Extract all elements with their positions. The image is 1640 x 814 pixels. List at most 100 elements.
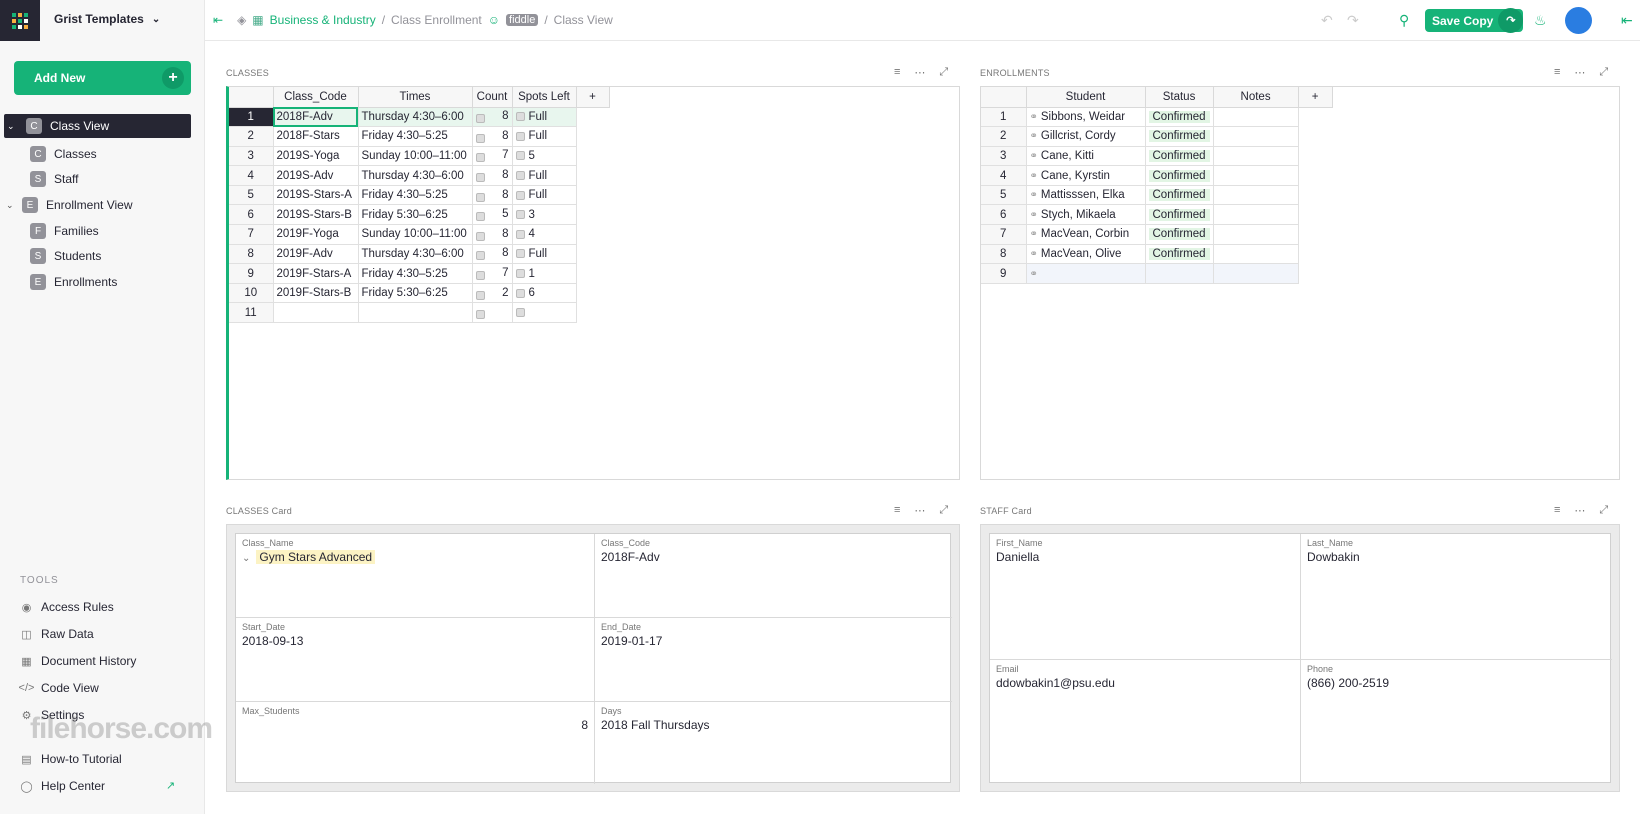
row-number[interactable]: 1 [229,107,274,128]
cell-class-code[interactable] [273,302,359,324]
card-field-email[interactable]: Email ddowbakin1@psu.edu [990,660,1301,784]
card-field-end-date[interactable]: End_Date 2019-01-17 [595,618,952,702]
cell-student[interactable]: ⚭ Cane, Kitti [1026,146,1146,167]
add-new-button[interactable]: Add New + [14,61,191,95]
cell-student[interactable]: ⚭ MacVean, Olive [1026,244,1146,265]
cell-spots-left[interactable] [512,302,577,324]
expand-icon[interactable]: ⤢ [1599,504,1608,517]
cell-times[interactable]: Friday 5:30–6:25 [358,283,473,304]
cell-count[interactable]: 8 [472,107,513,128]
expand-icon[interactable]: ⤢ [939,504,948,517]
cell-count[interactable]: 7 [472,263,513,284]
row-number[interactable]: 11 [229,302,274,324]
breadcrumb-doc[interactable]: Class Enrollment [391,13,482,27]
tool-raw-data[interactable]: ◫ Raw Data [20,627,93,641]
cell-student[interactable]: ⚭ Stych, Mikaela [1026,204,1146,226]
cell-status[interactable]: Confirmed [1145,224,1214,245]
breadcrumb-workspace[interactable]: Business & Industry [270,13,376,27]
table-row[interactable]: 4 2019S-Adv Thursday 4:30–6:00 8 Full [229,165,609,186]
cell-notes[interactable] [1213,126,1299,147]
page-item-staff[interactable]: S Staff [0,167,205,191]
cell-notes[interactable] [1213,185,1299,206]
more-icon[interactable]: ⋯ [914,504,925,517]
org-switcher[interactable]: Grist Templates ⌄ [54,12,160,26]
row-number[interactable]: 3 [981,146,1027,167]
card-field-class-name[interactable]: Class_Name ⌄ Gym Stars Advanced [236,534,595,618]
cell-class-code[interactable]: 2018F-Adv [273,107,359,128]
cell-class-code[interactable]: 2019S-Stars-A [273,185,359,206]
row-number[interactable]: 5 [981,185,1027,206]
col-header-times[interactable]: Times [358,87,473,108]
cell-times[interactable]: Sunday 10:00–11:00 [358,224,473,245]
cell-notes[interactable] [1213,244,1299,265]
row-number[interactable]: 2 [981,126,1027,147]
cell-spots-left[interactable]: 1 [512,263,577,284]
tool-how-to-tutorial[interactable]: ▤ How-to Tutorial [20,752,121,766]
table-row[interactable]: 9 2019F-Stars-A Friday 4:30–5:25 7 1 [229,263,609,284]
expand-icon[interactable]: ⤢ [939,66,948,79]
cell-status[interactable]: Confirmed [1145,204,1214,226]
cell-class-code[interactable]: 2018F-Stars [273,126,359,147]
row-number[interactable]: 1 [981,107,1027,128]
row-number[interactable]: 7 [981,224,1027,245]
row-number[interactable]: 9 [981,263,1027,284]
row-number[interactable]: 9 [229,263,274,284]
more-icon[interactable]: ⋯ [1574,504,1585,517]
col-header-class-code[interactable]: Class_Code [273,87,359,108]
more-icon[interactable]: ⋯ [914,66,925,79]
tool-access-rules[interactable]: ◉ Access Rules [20,600,114,614]
cell-class-code[interactable]: 2019S-Adv [273,165,359,186]
cell-notes[interactable] [1213,204,1299,226]
table-row[interactable]: 8 ⚭ MacVean, Olive Confirmed [981,244,1332,265]
external-link-icon[interactable]: ↗ [166,779,175,792]
row-number[interactable]: 4 [981,165,1027,186]
table-row[interactable]: 7 ⚭ MacVean, Corbin Confirmed [981,224,1332,245]
table-row[interactable]: 2 2018F-Stars Friday 4:30–5:25 8 Full [229,126,609,147]
card-field-last-name[interactable]: Last_Name Dowbakin [1301,534,1612,660]
cell-class-code[interactable]: 2019S-Stars-B [273,204,359,226]
enrollments-grid[interactable]: Student Status Notes + 1 ⚭ Sibbons, Weidar… [980,86,1620,480]
row-number[interactable]: 5 [229,185,274,206]
col-header-notes[interactable]: Notes [1213,87,1299,108]
table-row[interactable]: 1 ⚭ Sibbons, Weidar Confirmed [981,107,1332,128]
cell-count[interactable]: 8 [472,185,513,206]
cell-spots-left[interactable]: 4 [512,224,577,245]
cell-student[interactable]: ⚭ Mattisssen, Elka [1026,185,1146,206]
cell-count[interactable] [472,302,513,324]
sort-filter-icon[interactable]: ≡ [1554,504,1560,517]
col-header-count[interactable]: Count [472,87,513,108]
add-column-button[interactable]: + [1298,87,1333,108]
add-column-button[interactable]: + [576,87,610,108]
cell-notes[interactable] [1213,146,1299,167]
cell-count[interactable]: 8 [472,126,513,147]
tool-code-view[interactable]: </> Code View [19,681,99,695]
cell-notes[interactable] [1213,224,1299,245]
cell-student[interactable]: ⚭ Cane, Kyrstin [1026,165,1146,186]
cell-spots-left[interactable]: 5 [512,146,577,167]
row-number[interactable]: 6 [981,204,1027,226]
row-number[interactable]: 6 [229,204,274,226]
collapse-caret-icon[interactable]: ⌄ [6,200,14,211]
cell-count[interactable]: 8 [472,165,513,186]
redo-icon[interactable]: ↷ [1347,12,1359,29]
cell-count[interactable]: 2 [472,283,513,304]
row-number[interactable]: 8 [229,244,274,265]
undo-icon[interactable]: ↶ [1321,12,1333,29]
sort-filter-icon[interactable]: ≡ [894,66,900,79]
cell-times[interactable]: Thursday 4:30–6:00 [358,107,473,128]
cell-class-code[interactable]: 2019S-Yoga [273,146,359,167]
cell-notes[interactable] [1213,107,1299,128]
cell-class-code[interactable]: 2019F-Stars-A [273,263,359,284]
tool-document-history[interactable]: ▦ Document History [20,654,136,668]
classes-grid[interactable]: Class_Code Times Count Spots Left + 1 201… [226,86,960,480]
cell-class-code[interactable]: 2019F-Adv [273,244,359,265]
row-number[interactable]: 8 [981,244,1027,265]
cell-notes[interactable] [1213,263,1299,284]
cell-spots-left[interactable]: 3 [512,204,577,226]
card-field-start-date[interactable]: Start_Date 2018-09-13 [236,618,595,702]
cell-spots-left[interactable]: Full [512,244,577,265]
page-item-students[interactable]: S Students [0,244,205,268]
table-row[interactable]: 3 ⚭ Cane, Kitti Confirmed [981,146,1332,167]
cell-times[interactable]: Friday 4:30–5:25 [358,126,473,147]
card-field-class-code[interactable]: Class_Code 2018F-Adv [595,534,952,618]
